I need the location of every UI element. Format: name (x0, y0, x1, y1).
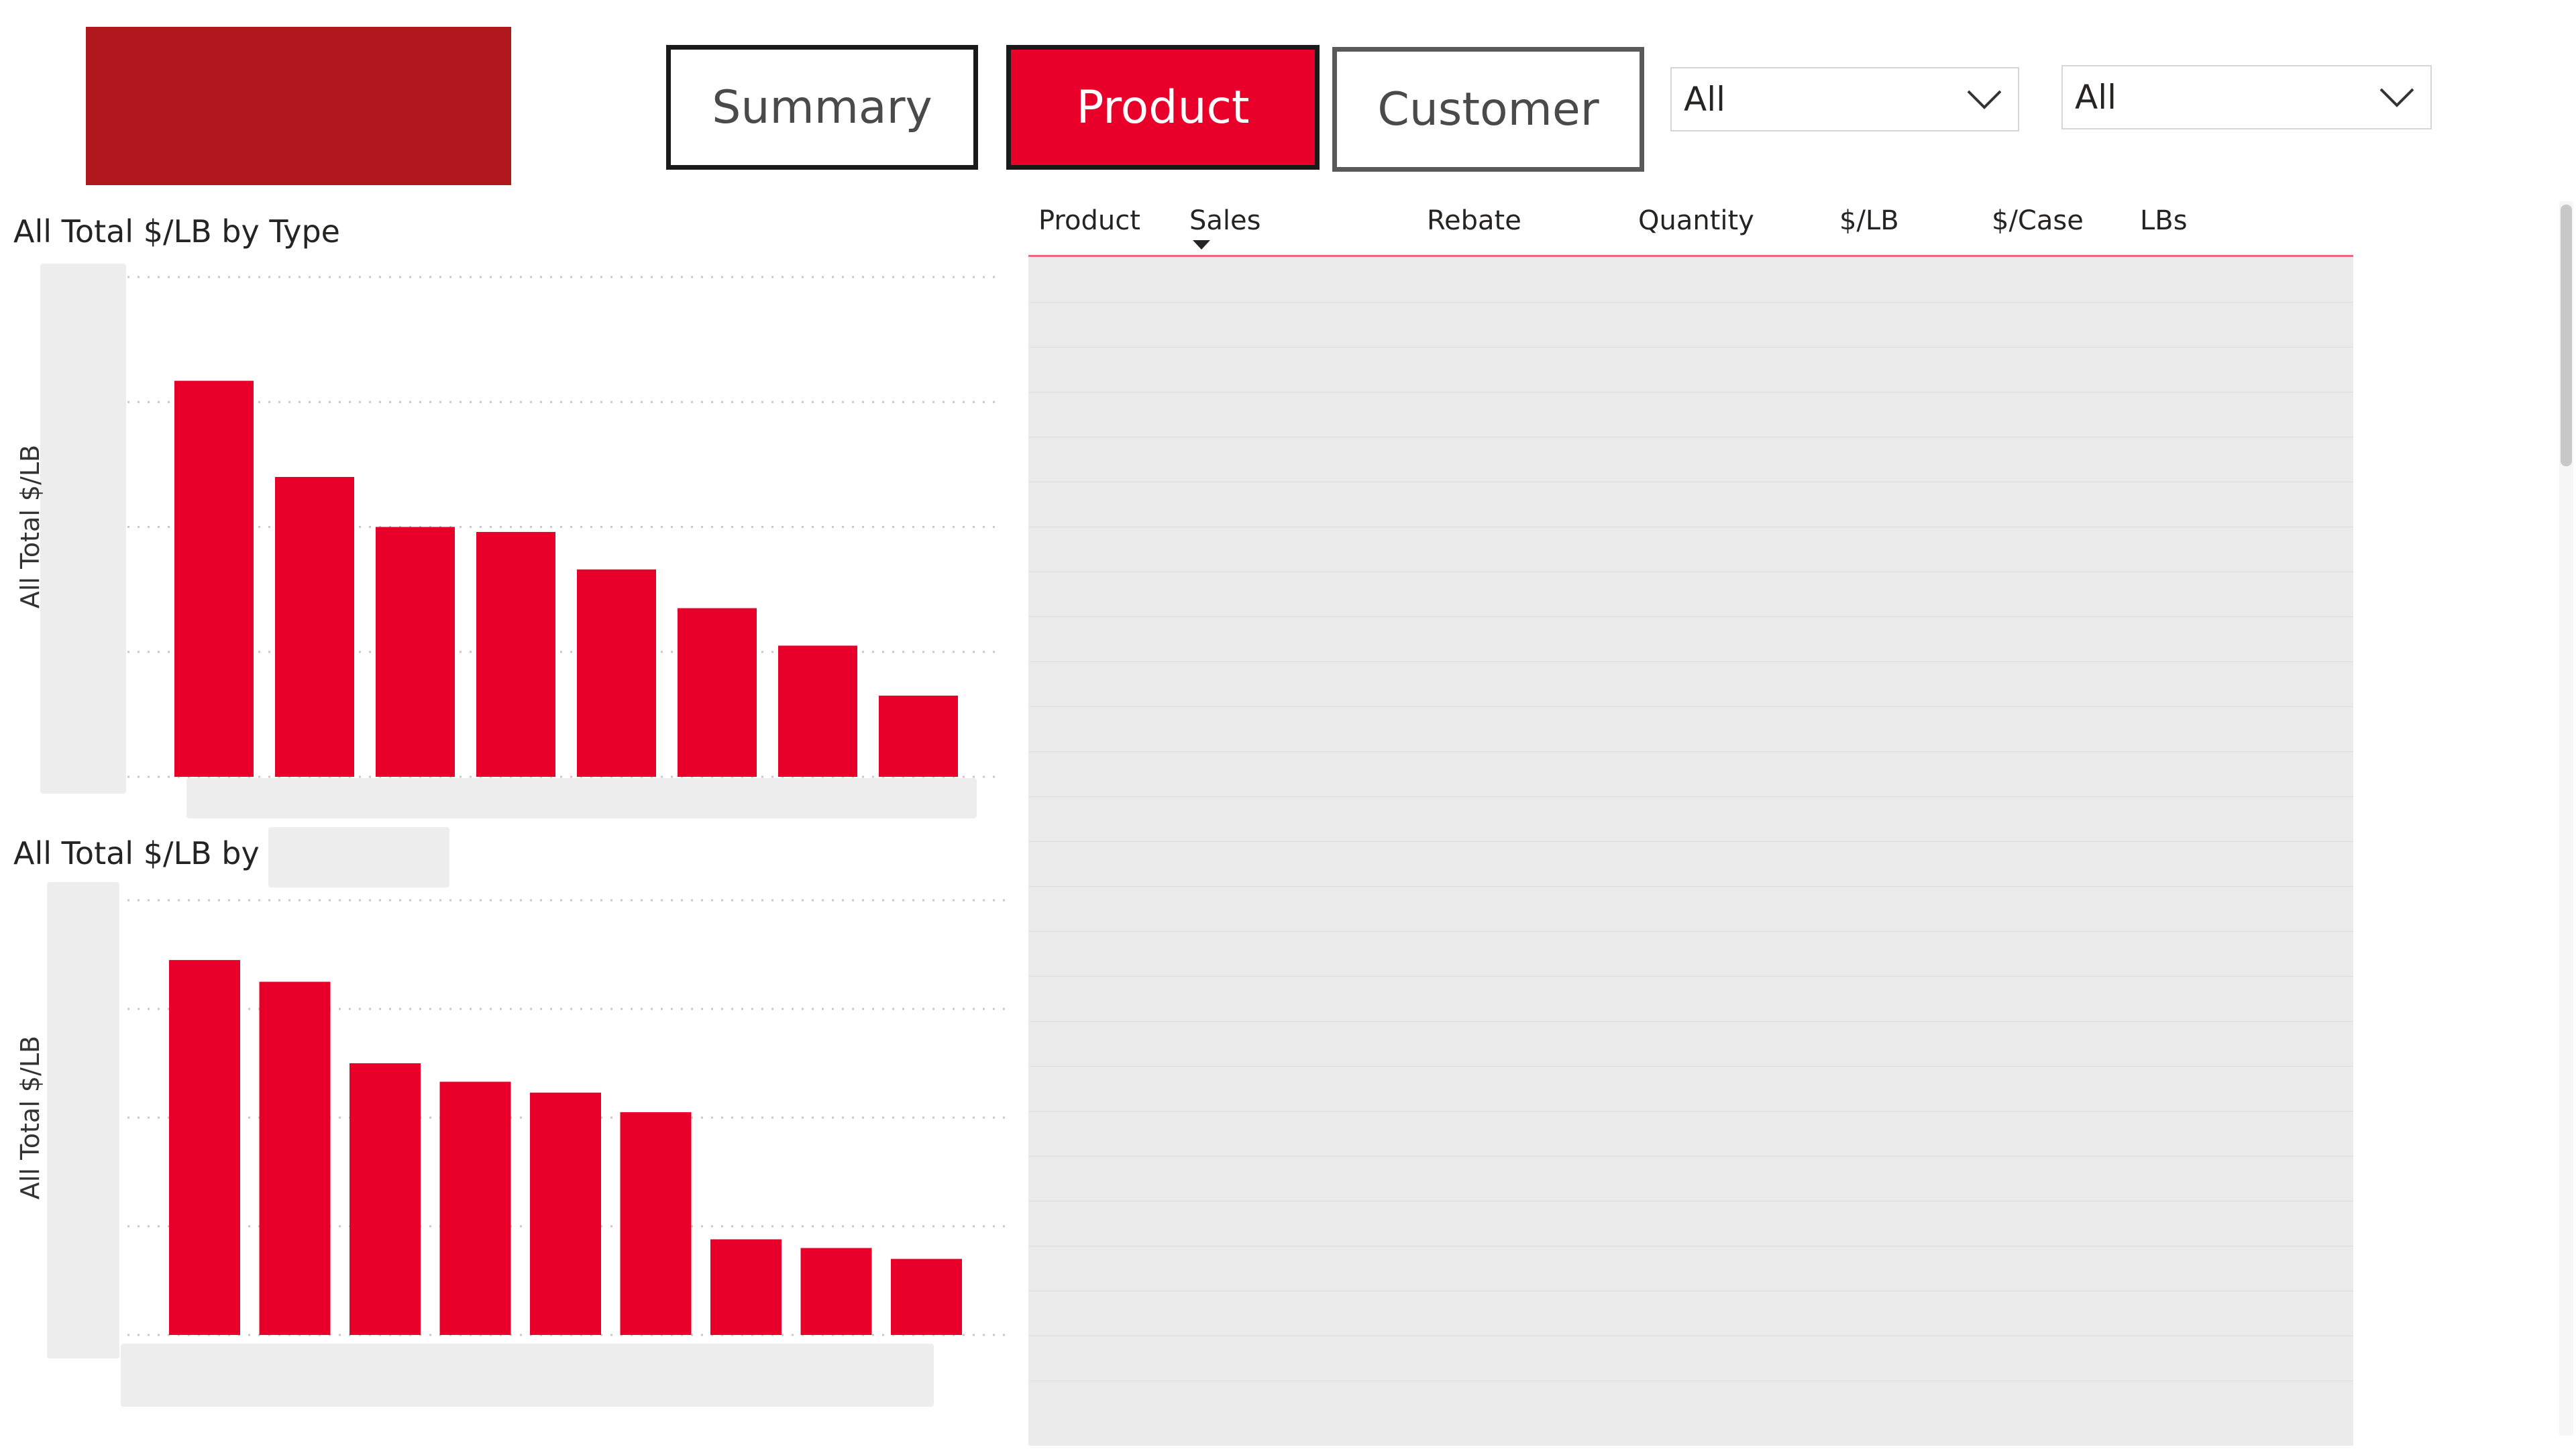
company-logo (86, 27, 511, 185)
chart2-plot (127, 899, 1006, 1336)
table-body-redacted (1028, 257, 2353, 1446)
filter-dropdown-1[interactable]: All (1670, 67, 2019, 131)
chart2-y-axis-label: All Total $/LB (15, 1035, 45, 1200)
product-button[interactable]: Product (1006, 45, 1320, 170)
chart2-title: All Total $/LB by (13, 835, 260, 871)
column-header-lbs[interactable]: LBs (2140, 205, 2188, 236)
chart2-y-tick-labels (47, 882, 119, 1358)
table-row-separator (1028, 1066, 2353, 1067)
filter-dropdown-2[interactable]: All (2061, 65, 2432, 129)
bar[interactable] (439, 1081, 511, 1335)
bar[interactable] (710, 1239, 782, 1335)
bar[interactable] (678, 608, 757, 777)
column-header-sales[interactable]: Sales (1189, 205, 1260, 236)
customer-button[interactable]: Customer (1332, 47, 1644, 172)
bar[interactable] (530, 1092, 601, 1335)
table-row-separator (1028, 661, 2353, 662)
table-row-separator (1028, 841, 2353, 842)
bar[interactable] (800, 1248, 872, 1335)
bar[interactable] (259, 981, 331, 1336)
sort-descending-icon (1193, 240, 1210, 250)
chart2-title-category-redacted (268, 827, 449, 888)
table-row-separator (1028, 976, 2353, 977)
bar[interactable] (376, 527, 455, 777)
bar[interactable] (350, 1063, 421, 1335)
table-scrollbar-thumb[interactable] (2561, 205, 2572, 466)
table-row-separator (1028, 751, 2353, 752)
table-row-separator (1028, 302, 2353, 303)
bar[interactable] (577, 569, 656, 777)
bar[interactable] (476, 531, 555, 777)
bar[interactable] (879, 695, 958, 777)
table-row-separator (1028, 1156, 2353, 1157)
table-row-separator (1028, 1021, 2353, 1022)
chart1-y-axis-label: All Total $/LB (15, 444, 45, 609)
chart1-y-tick-labels (40, 264, 126, 794)
chart2-x-tick-labels (121, 1344, 934, 1407)
bar[interactable] (620, 1112, 692, 1335)
column-header-product[interactable]: Product (1038, 205, 1140, 236)
column-header-per-case[interactable]: $/Case (1992, 205, 2084, 236)
bar[interactable] (778, 645, 857, 777)
table-row-separator (1028, 796, 2353, 797)
table-row-separator (1028, 616, 2353, 617)
column-header-per-lb[interactable]: $/LB (1839, 205, 1899, 236)
table-row-separator (1028, 706, 2353, 707)
summary-button[interactable]: Summary (666, 45, 978, 170)
table-row-separator (1028, 931, 2353, 932)
column-header-quantity[interactable]: Quantity (1638, 205, 1754, 236)
column-header-rebate[interactable]: Rebate (1427, 205, 1521, 236)
filter-dropdown-2-value: All (2075, 78, 2116, 117)
bar[interactable] (275, 477, 354, 777)
chart1-title: All Total $/LB by Type (13, 213, 340, 250)
chevron-down-icon (1967, 90, 2002, 109)
bar[interactable] (169, 960, 240, 1335)
bar[interactable] (174, 380, 254, 777)
filter-dropdown-1-value: All (1684, 80, 1725, 119)
chart1-plot (127, 276, 1000, 778)
table-row-separator (1028, 1111, 2353, 1112)
bar[interactable] (891, 1258, 962, 1335)
table-row-separator (1028, 886, 2353, 887)
chevron-down-icon (2379, 88, 2414, 107)
